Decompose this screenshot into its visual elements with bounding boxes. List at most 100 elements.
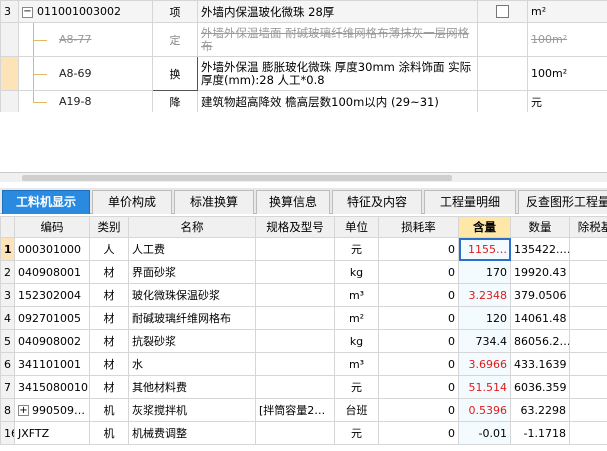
- cell-spec[interactable]: [255, 260, 335, 284]
- cell-pretax-base[interactable]: [569, 260, 607, 284]
- cell-name[interactable]: 人工费: [128, 237, 256, 261]
- cell-category[interactable]: 机: [89, 421, 129, 445]
- tab-features[interactable]: 特征及内容: [332, 190, 422, 214]
- tab-conversion-info[interactable]: 换算信息: [256, 190, 330, 214]
- table-row[interactable]: 6 341101001 材水 m³ 0 3.6966 433.1639: [0, 352, 607, 376]
- cell-amount[interactable]: 6036.359: [510, 375, 570, 399]
- cell-loss-rate[interactable]: 0: [378, 329, 459, 353]
- col-category[interactable]: 类别: [89, 216, 129, 238]
- cell-spec[interactable]: [255, 352, 335, 376]
- quota-name[interactable]: 建筑物超高降效 檐高层数100m以内 (29~31): [197, 90, 478, 113]
- table-row[interactable]: 8 +990509… 机灰浆搅拌机 [拌筒容量2… 台班 0 0.5396 63.2298: [0, 398, 607, 422]
- item-checkbox-cell[interactable]: [477, 0, 528, 23]
- cell-code[interactable]: 092701005: [14, 306, 90, 330]
- cell-content[interactable]: -0.01: [458, 421, 511, 445]
- cell-amount[interactable]: 19920.43: [510, 260, 570, 284]
- cell-amount[interactable]: 86056.2…: [510, 329, 570, 353]
- cell-pretax-base[interactable]: [569, 352, 607, 376]
- cell-amount[interactable]: 433.1639: [510, 352, 570, 376]
- item-name[interactable]: 外墙内保温玻化微珠 28厚: [197, 0, 478, 23]
- cell-code[interactable]: +990509…: [14, 398, 90, 422]
- cell-category[interactable]: 材: [89, 260, 129, 284]
- table-row[interactable]: 4 092701005 材耐碱玻璃纤维网格布 m² 0 120 14061.48: [0, 306, 607, 330]
- cell-loss-rate[interactable]: 0: [378, 306, 459, 330]
- cell-name[interactable]: 水: [128, 352, 256, 376]
- col-spec[interactable]: 规格及型号: [255, 216, 335, 238]
- table-row[interactable]: 3152302004材玻化微珠保温砂浆 m³03.2348379.05065: [0, 283, 607, 307]
- cell-content[interactable]: 3.6966: [458, 352, 511, 376]
- cell-amount[interactable]: 14061.48: [510, 306, 570, 330]
- cell-code[interactable]: 000301000: [14, 237, 90, 261]
- cell-unit[interactable]: kg: [334, 329, 379, 353]
- cell-spec[interactable]: [255, 237, 335, 261]
- quota-type[interactable]: 换: [152, 56, 198, 91]
- cell-pretax-base[interactable]: [569, 237, 607, 261]
- cell-category[interactable]: 材: [89, 352, 129, 376]
- tab-resources[interactable]: 工料机显示: [2, 190, 90, 214]
- table-row[interactable]: 5 040908002 材抗裂砂浆 kg 0 734.4 86056.2…: [0, 329, 607, 353]
- quota-code[interactable]: A8-77: [18, 22, 153, 57]
- cell-loss-rate[interactable]: 0: [378, 375, 459, 399]
- cell-unit[interactable]: 元: [334, 237, 379, 261]
- quota-row[interactable]: A19-8 降 建筑物超高降效 檐高层数100m以内 (29~31) 元: [0, 90, 607, 113]
- expand-icon[interactable]: +: [18, 405, 29, 416]
- item-row[interactable]: 3 −011001003002 项 外墙内保温玻化微珠 28厚 m²: [0, 0, 607, 23]
- cell-pretax-base[interactable]: [569, 375, 607, 399]
- scrollbar-thumb[interactable]: [22, 175, 452, 181]
- cell-amount[interactable]: 135422.…: [510, 237, 570, 261]
- cell-spec[interactable]: [255, 421, 335, 445]
- cell-unit[interactable]: kg: [334, 260, 379, 284]
- cell-unit[interactable]: m³: [334, 352, 379, 376]
- cell-loss-rate[interactable]: 0: [378, 352, 459, 376]
- cell-unit[interactable]: 元: [334, 375, 379, 399]
- cell-loss-rate[interactable]: 0: [378, 398, 459, 422]
- cell-unit[interactable]: m²: [334, 306, 379, 330]
- table-row[interactable]: 2 040908001 材界面砂浆 kg 0 170 19920.43: [0, 260, 607, 284]
- cell-name[interactable]: 灰浆搅拌机: [128, 398, 256, 422]
- col-amount[interactable]: 数量: [510, 216, 570, 238]
- cell-amount[interactable]: 379.0506: [510, 283, 570, 307]
- col-pretax-base[interactable]: 除税基: [569, 216, 607, 238]
- cell-category[interactable]: 材: [89, 306, 129, 330]
- cell-loss-rate[interactable]: 0: [378, 237, 459, 261]
- tab-unit-price[interactable]: 单价构成: [92, 190, 172, 214]
- cell-category[interactable]: 人: [89, 237, 129, 261]
- cell-unit[interactable]: m³: [334, 283, 379, 307]
- cell-name[interactable]: 机械费调整: [128, 421, 256, 445]
- tab-reverse-lookup[interactable]: 反查图形工程量: [518, 190, 607, 214]
- table-row[interactable]: 1 000301000 人人工费 元 0 1155… 135422.…: [0, 237, 607, 261]
- cell-loss-rate[interactable]: 0: [378, 421, 459, 445]
- quota-name[interactable]: 外墙外保温墙面 耐碱玻璃纤维网格布薄抹灰一层网格布: [197, 22, 478, 57]
- table-row[interactable]: 16JXFTZ机机械费调整 元0-0.01-1.1718: [0, 421, 607, 445]
- item-code[interactable]: −011001003002: [18, 0, 153, 23]
- tab-quantity-detail[interactable]: 工程量明细: [424, 190, 516, 214]
- cell-pretax-base[interactable]: [569, 421, 607, 445]
- cell-content[interactable]: 0.5396: [458, 398, 511, 422]
- cell-content[interactable]: 170: [458, 260, 511, 284]
- cell-code[interactable]: 040908001: [14, 260, 90, 284]
- col-name[interactable]: 名称: [128, 216, 256, 238]
- quota-row[interactable]: A8-77 定 外墙外保温墙面 耐碱玻璃纤维网格布薄抹灰一层网格布 100m²: [0, 22, 607, 57]
- cell-name[interactable]: 界面砂浆: [128, 260, 256, 284]
- col-unit[interactable]: 单位: [334, 216, 379, 238]
- cell-content[interactable]: 734.4: [458, 329, 511, 353]
- cell-spec[interactable]: [拌筒容量2…: [255, 398, 335, 422]
- cell-pretax-base[interactable]: [569, 306, 607, 330]
- cell-spec[interactable]: [255, 329, 335, 353]
- col-loss-rate[interactable]: 损耗率: [378, 216, 459, 238]
- cell-code[interactable]: 040908002: [14, 329, 90, 353]
- cell-content[interactable]: 1155…: [458, 237, 511, 261]
- cell-spec[interactable]: [255, 375, 335, 399]
- cell-category[interactable]: 材: [89, 329, 129, 353]
- col-content[interactable]: 含量: [458, 216, 511, 238]
- cell-pretax-base[interactable]: [569, 398, 607, 422]
- cell-amount[interactable]: 63.2298: [510, 398, 570, 422]
- cell-category[interactable]: 材: [89, 375, 129, 399]
- cell-category[interactable]: 材: [89, 283, 129, 307]
- cell-code[interactable]: 34150800101: [14, 375, 90, 399]
- cell-name[interactable]: 抗裂砂浆: [128, 329, 256, 353]
- cell-category[interactable]: 机: [89, 398, 129, 422]
- collapse-icon[interactable]: −: [22, 6, 33, 18]
- quota-row[interactable]: A8-69 换 外墙外保温 膨胀玻化微珠 厚度30mm 涂料饰面 实际厚度(mm…: [0, 56, 607, 91]
- quota-code[interactable]: A8-69: [18, 56, 153, 91]
